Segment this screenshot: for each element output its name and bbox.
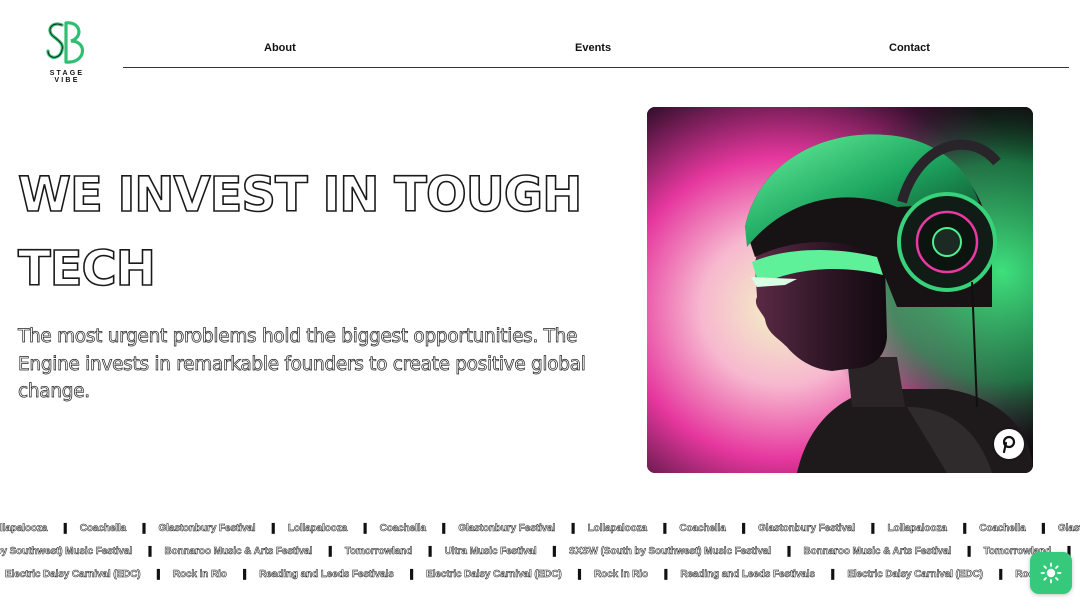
ticker-item: Bonnaroo Music & Arts Festival	[803, 546, 952, 558]
hero-title: WE INVEST IN TOUGH TECH	[17, 166, 583, 298]
ticker-separator: ▐	[153, 569, 160, 579]
sb-monogram-logo	[46, 21, 84, 64]
pin-icon[interactable]	[994, 429, 1024, 459]
ticker-item: Lollapalooza	[887, 523, 947, 535]
brand-wordmark: STAGE VIBE	[49, 70, 85, 84]
ticker-separator: ▐	[139, 523, 146, 533]
ticker-item: Coachella	[979, 523, 1026, 535]
nav-link-events[interactable]: Events	[575, 42, 611, 54]
ticker-item: Lollapalooza	[0, 523, 48, 535]
ticker-separator: ▐	[964, 546, 971, 556]
ticker-item: Glastonbury Festival	[458, 523, 556, 535]
ticker-separator: ▐	[574, 569, 582, 579]
ticker-separator: ▐	[995, 569, 1003, 579]
ticker-separator: ▐	[325, 546, 332, 556]
pin-glyph	[1002, 435, 1016, 453]
ticker-track: SXSW (South by Southwest) Music Festival…	[0, 541, 1080, 559]
ticker-item: Glastonbury Festival	[158, 523, 256, 535]
hero-subtitle: The most urgent problems hold the bigges…	[18, 326, 587, 403]
festival-ticker-row-2: SXSW (South by Southwest) Music Festival…	[0, 541, 1080, 561]
ticker-separator: ▐	[549, 546, 556, 556]
brand-logo[interactable]: STAGE VIBE	[36, 18, 98, 84]
ticker-track: Lollapalooza ▐ Coachella ▐ Glastonbury Festi…	[0, 518, 1080, 536]
ticker-item: Ultra Music Festival	[444, 546, 537, 558]
main-nav: About Events Contact	[123, 36, 1069, 68]
ticker-separator: ▐	[660, 523, 667, 533]
ticker-item: Glastonbury Festival	[758, 523, 856, 535]
festival-ticker-row-3: Electric Daisy Carnival (EDC) ▐ Rock in Ri…	[0, 564, 1080, 584]
ticker-separator: ▐	[868, 523, 875, 533]
ticker-item: Coachella	[679, 523, 726, 535]
ticker-item: Lollapalooza	[587, 523, 647, 535]
ticker-item: Reading and Leeds Festivals	[680, 569, 815, 581]
ticker-item: Coachella	[379, 523, 426, 535]
ticker-item: Electric Daisy Carnival (EDC)	[426, 569, 562, 581]
ticker-item: SXSW (South by Southwest) Music Festival	[568, 546, 772, 558]
ticker-separator: ▐	[784, 546, 791, 556]
ticker-item: Lollapalooza	[287, 523, 348, 535]
festival-ticker-row-1: Lollapalooza ▐ Coachella ▐ Glastonbury Festi…	[0, 518, 1080, 538]
theme-toggle-button[interactable]	[1030, 552, 1072, 594]
ticker-separator: ▐	[360, 523, 367, 533]
nav-link-contact[interactable]: Contact	[889, 42, 930, 54]
ticker-separator: ▐	[438, 523, 446, 533]
ticker-separator: ▐	[1038, 523, 1045, 533]
ticker-separator: ▐	[145, 546, 152, 556]
ticker-item: Electric Daisy Carnival (EDC)	[5, 569, 141, 581]
ticker-item: Reading and Leeds Festivals	[259, 569, 394, 581]
ticker-separator: ▐	[568, 523, 575, 533]
ticker-item: Electric Daisy Carnival (EDC)	[847, 569, 983, 581]
ticker-item: Rock in Rio	[172, 569, 228, 581]
ticker-separator: ▐	[239, 569, 247, 579]
ticker-item: SXSW (South by Southwest) Music Festival	[0, 546, 133, 558]
ticker-separator: ▐	[268, 523, 275, 533]
ticker-item: Bonnaroo Music & Arts Festival	[164, 546, 313, 558]
hero-image	[647, 107, 1033, 473]
cyber-headphones-illustration	[647, 107, 1033, 473]
sun-icon	[1040, 562, 1062, 584]
ticker-separator: ▐	[959, 523, 967, 533]
ticker-track: Electric Daisy Carnival (EDC) ▐ Rock in Ri…	[5, 564, 1080, 582]
nav-link-about[interactable]: About	[264, 42, 296, 54]
ticker-item: Coachella	[79, 523, 127, 535]
ticker-separator: ▐	[60, 523, 67, 533]
ticker-item: Rock in Rio	[594, 569, 649, 581]
ticker-separator: ▐	[738, 523, 746, 533]
ticker-separator: ▐	[406, 569, 414, 579]
ticker-item: Tomorrowland	[344, 546, 413, 558]
ticker-separator: ▐	[660, 569, 668, 579]
ticker-item: Glastonbury Festival	[1057, 523, 1080, 535]
ticker-separator: ▐	[827, 569, 835, 579]
ticker-separator: ▐	[425, 546, 432, 556]
